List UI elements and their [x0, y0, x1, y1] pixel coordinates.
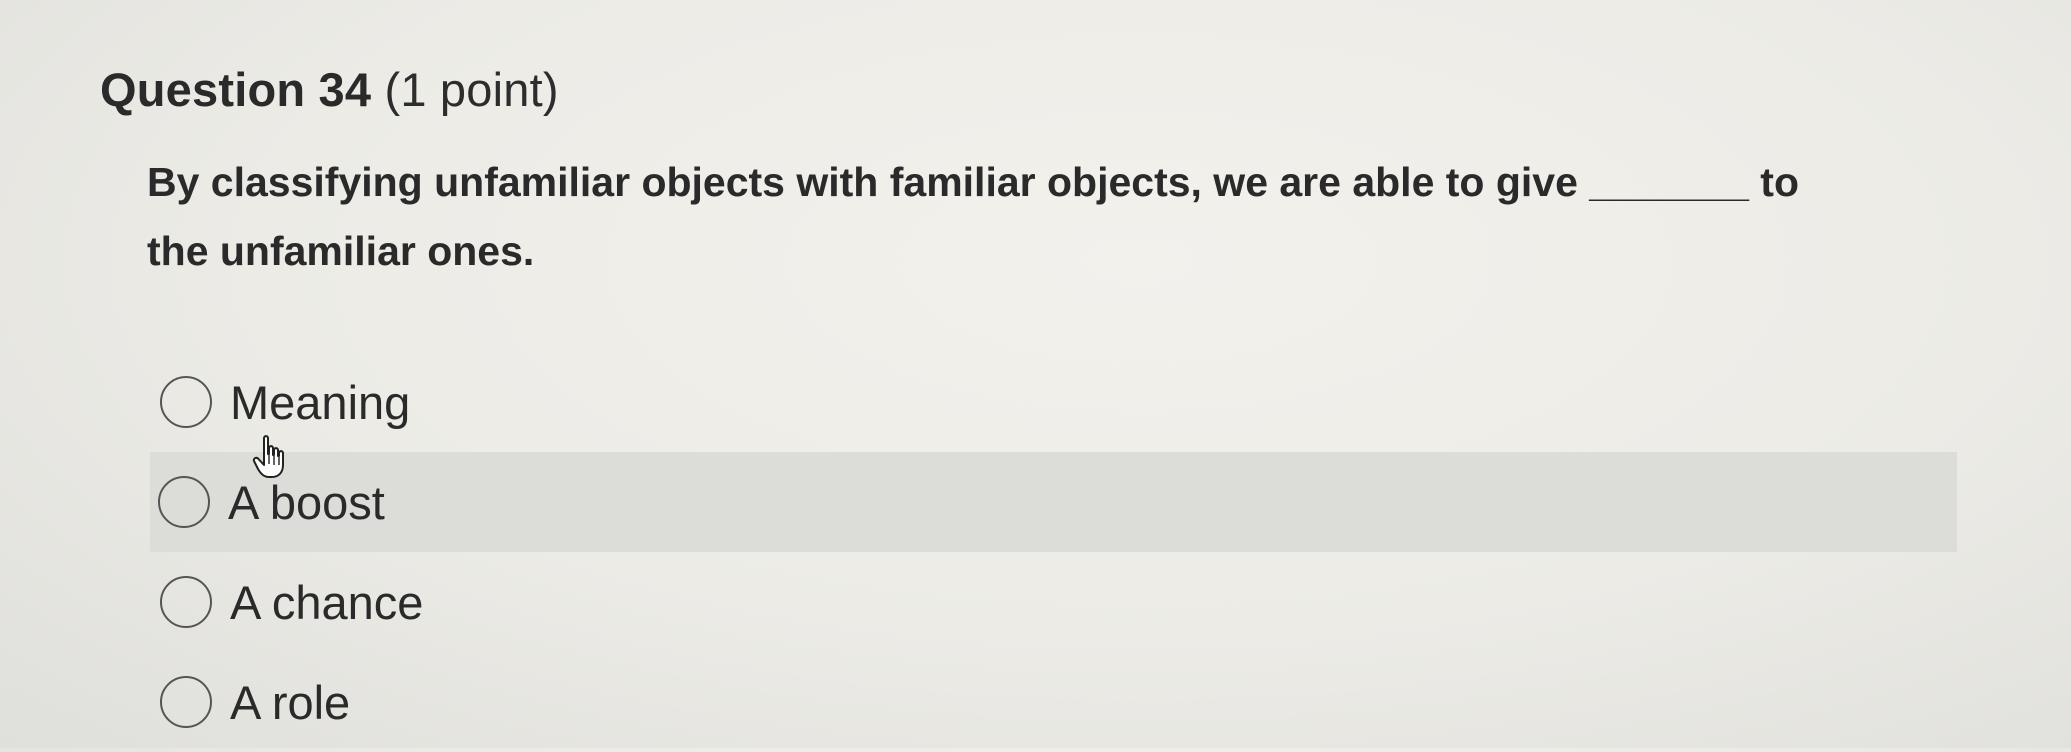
question-text-line-2: the unfamiliar ones.	[147, 228, 535, 274]
choice-meaning[interactable]: Meaning	[152, 352, 1957, 452]
question-title: Question 34 (1 point)	[100, 58, 559, 122]
radio-button-icon[interactable]	[160, 376, 212, 428]
question-points: (1 point)	[384, 63, 559, 116]
choice-label: A chance	[230, 575, 424, 629]
hand-pointer-icon	[252, 435, 284, 478]
radio-button-icon[interactable]	[158, 476, 210, 528]
choice-a-boost[interactable]: A boost	[150, 452, 1957, 552]
answer-choices: Meaning A boost A chance A role	[150, 352, 1957, 752]
choice-label: A boost	[228, 475, 385, 529]
choice-label: Meaning	[230, 375, 411, 429]
question-number: Question 34	[100, 63, 372, 116]
radio-button-icon[interactable]	[160, 576, 212, 628]
choice-a-role[interactable]: A role	[152, 652, 1957, 752]
choice-label: A role	[230, 675, 351, 729]
question-text-line-1: By classifying unfamiliar objects with f…	[147, 159, 1799, 205]
question-text: By classifying unfamiliar objects with f…	[147, 148, 1967, 286]
radio-button-icon[interactable]	[160, 676, 212, 728]
choice-a-chance[interactable]: A chance	[152, 552, 1957, 652]
